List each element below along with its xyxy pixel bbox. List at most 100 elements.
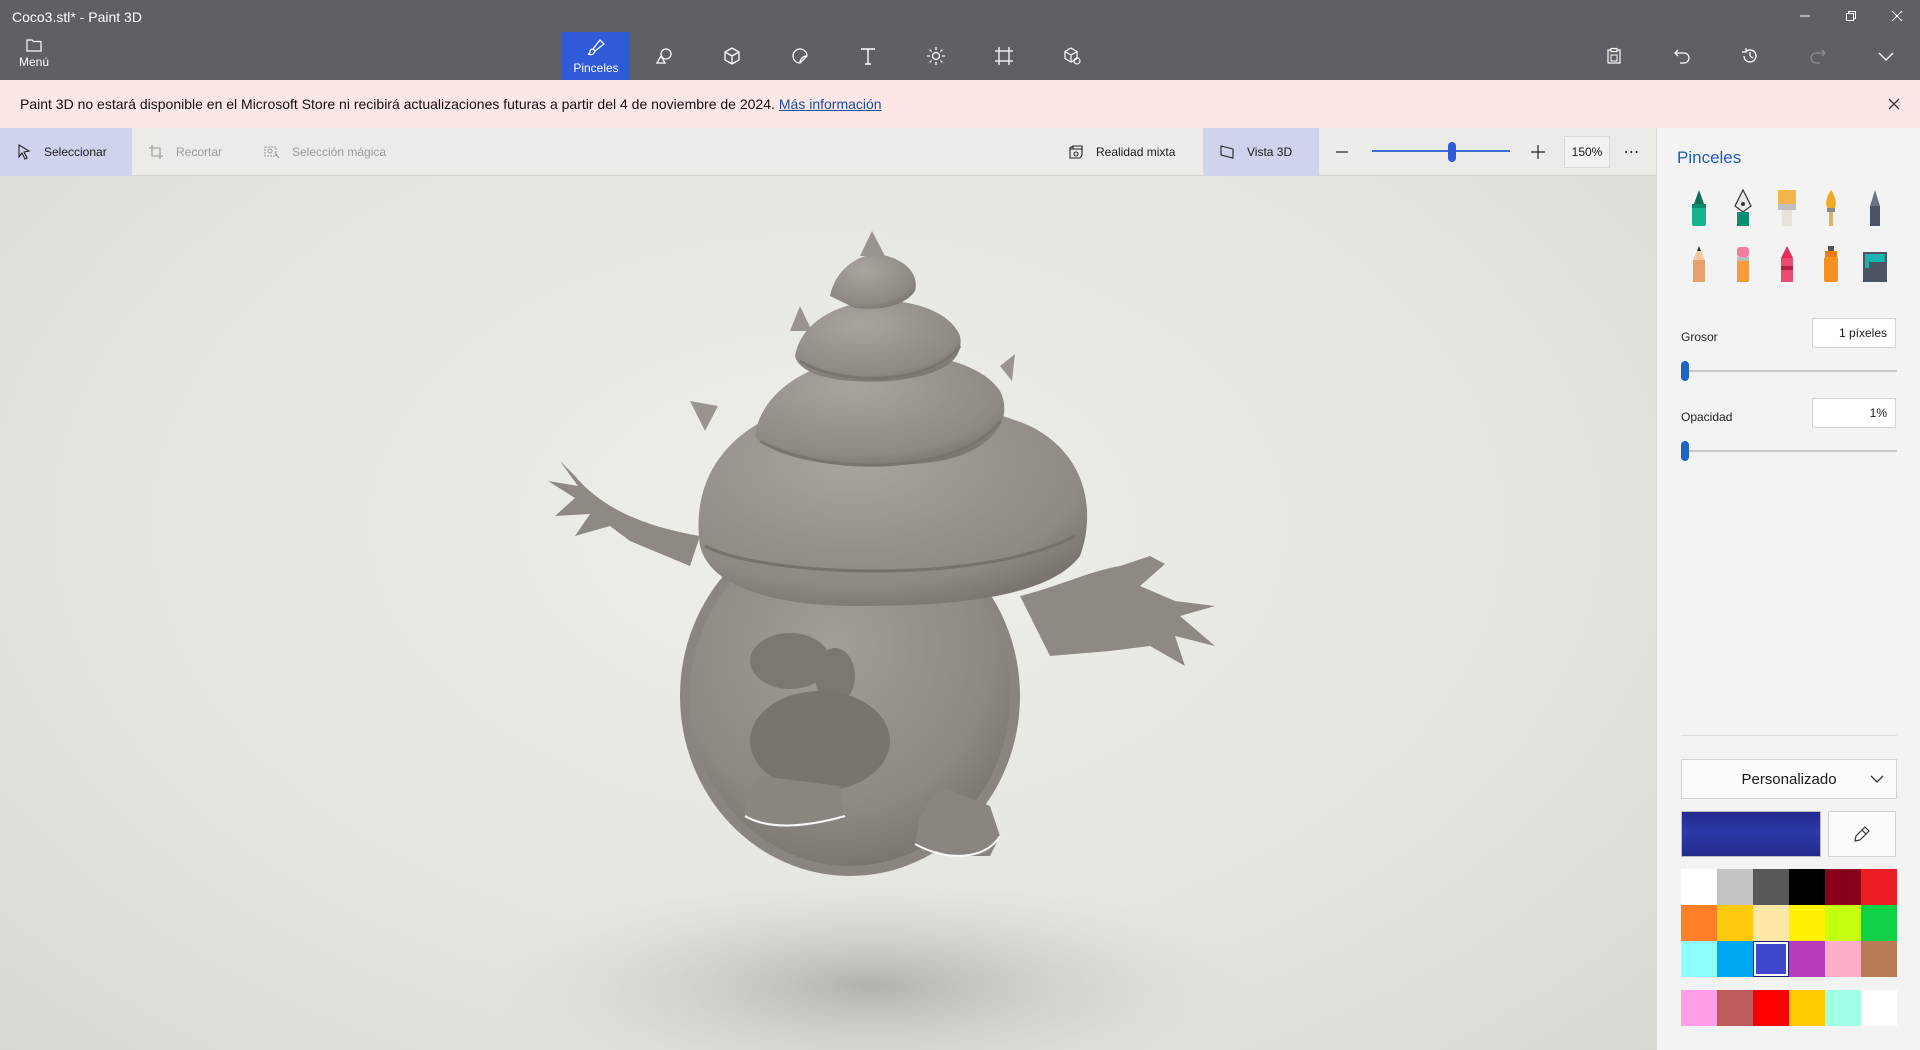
- notice-more-info-link[interactable]: Más información: [779, 96, 882, 112]
- title-toolbar: Coco3.stl* - Paint 3D Menú Pinceles: [0, 0, 1920, 80]
- 3d-model-render[interactable]: [0, 176, 1656, 1050]
- color-swatch[interactable]: [1717, 905, 1753, 941]
- color-swatch[interactable]: [1861, 941, 1897, 977]
- color-swatch[interactable]: [1717, 869, 1753, 905]
- custom-color-swatch[interactable]: [1753, 990, 1789, 1026]
- history-button[interactable]: [1716, 32, 1784, 80]
- window-controls: [1782, 0, 1920, 32]
- opacity-input[interactable]: 1%: [1812, 398, 1896, 428]
- tool-3d-shapes[interactable]: [698, 32, 766, 80]
- expand-button[interactable]: [1852, 32, 1920, 80]
- color-mode-dropdown[interactable]: Personalizado: [1681, 759, 1897, 799]
- brush-oil[interactable]: [1765, 186, 1809, 230]
- custom-color-swatch[interactable]: [1717, 990, 1753, 1026]
- undo-button[interactable]: [1648, 32, 1716, 80]
- thickness-label: Grosor: [1681, 330, 1718, 344]
- redo-button[interactable]: [1784, 32, 1852, 80]
- tool-brushes[interactable]: Pinceles: [562, 32, 630, 80]
- color-swatch[interactable]: [1681, 905, 1717, 941]
- paste-button[interactable]: [1580, 32, 1648, 80]
- select-button[interactable]: Seleccionar: [0, 128, 132, 176]
- sticker-icon: [792, 48, 808, 64]
- thickness-slider-thumb[interactable]: [1681, 361, 1689, 381]
- brush-watercolor[interactable]: [1809, 186, 1853, 230]
- brush-pencil[interactable]: [1677, 242, 1721, 286]
- mixed-reality-button[interactable]: Realidad mixta: [1068, 128, 1175, 176]
- sun-icon: [927, 47, 945, 65]
- mixed-reality-label: Realidad mixta: [1096, 145, 1176, 159]
- color-swatch[interactable]: [1753, 905, 1789, 941]
- tool-effects[interactable]: [902, 32, 970, 80]
- color-swatch[interactable]: [1681, 941, 1717, 977]
- more-options-icon[interactable]: ⋯: [1618, 136, 1646, 168]
- color-mode-value: Personalizado: [1741, 770, 1837, 788]
- crayon-icon: [1781, 246, 1793, 282]
- tool-brushes-label: Pinceles: [573, 60, 619, 75]
- color-swatch[interactable]: [1717, 941, 1753, 977]
- brush-crayon[interactable]: [1765, 242, 1809, 286]
- color-swatch[interactable]: [1789, 905, 1825, 941]
- tool-3d-library[interactable]: [1038, 32, 1106, 80]
- magic-select-label: Selección mágica: [292, 145, 387, 159]
- custom-color-swatch[interactable]: [1681, 990, 1717, 1026]
- view-3d-icon: [1220, 145, 1234, 159]
- history-icon: [1742, 48, 1757, 63]
- color-swatch[interactable]: [1681, 869, 1717, 905]
- color-swatch[interactable]: [1861, 869, 1897, 905]
- menu-button[interactable]: Menú: [10, 36, 58, 76]
- pixel-pen-icon: [1870, 190, 1880, 226]
- notice-close-icon[interactable]: [1884, 94, 1904, 114]
- custom-color-swatch[interactable]: [1789, 990, 1825, 1026]
- color-swatch[interactable]: [1753, 869, 1789, 905]
- brush-fill[interactable]: [1853, 242, 1897, 286]
- restore-icon[interactable]: [1828, 0, 1874, 32]
- panel-title: Pinceles: [1677, 148, 1742, 167]
- canvas-3d-viewport[interactable]: [0, 176, 1656, 1050]
- zoom-out-button[interactable]: [1330, 140, 1354, 164]
- view-3d-button[interactable]: Vista 3D: [1203, 128, 1319, 176]
- minimize-icon[interactable]: [1782, 0, 1828, 32]
- view-3d-label: Vista 3D: [1247, 145, 1293, 159]
- canvas-toolbar: Seleccionar Recortar Selección mágica Re…: [0, 128, 1656, 176]
- zoom-slider-track[interactable]: [1372, 150, 1510, 152]
- color-swatch[interactable]: [1861, 905, 1897, 941]
- eyedropper-button[interactable]: [1828, 811, 1896, 857]
- magic-select-button[interactable]: Selección mágica: [264, 128, 386, 176]
- redo-icon: [1810, 49, 1826, 64]
- color-swatch[interactable]: [1789, 869, 1825, 905]
- opacity-slider[interactable]: [1681, 441, 1897, 461]
- current-color-swatch[interactable]: [1681, 811, 1821, 857]
- zoom-value[interactable]: 150%: [1564, 136, 1610, 168]
- brush-pixel-pen[interactable]: [1853, 186, 1897, 230]
- cursor-icon: [18, 144, 31, 160]
- custom-color-swatch[interactable]: [1861, 990, 1897, 1026]
- color-swatch[interactable]: [1789, 941, 1825, 977]
- thickness-slider[interactable]: [1681, 361, 1897, 381]
- brush-calligraphy[interactable]: [1721, 186, 1765, 230]
- menu-label: Menú: [18, 55, 50, 69]
- tool-canvas[interactable]: [970, 32, 1038, 80]
- color-swatch[interactable]: [1825, 905, 1861, 941]
- main-tools: Pinceles: [562, 32, 1106, 80]
- zoom-slider-thumb[interactable]: [1448, 142, 1457, 162]
- shapes-2d-icon: [655, 48, 672, 64]
- select-label: Seleccionar: [44, 145, 107, 159]
- zoom-in-button[interactable]: [1526, 140, 1550, 164]
- custom-color-swatch[interactable]: [1825, 990, 1861, 1026]
- folder-icon: [26, 39, 42, 52]
- tool-2d-shapes[interactable]: [630, 32, 698, 80]
- color-swatch[interactable]: [1825, 941, 1861, 977]
- opacity-slider-thumb[interactable]: [1681, 441, 1689, 461]
- crop-button[interactable]: Recortar: [148, 128, 222, 176]
- brush-eraser[interactable]: [1721, 242, 1765, 286]
- color-swatch[interactable]: [1753, 941, 1789, 977]
- thickness-input[interactable]: 1 píxeles: [1812, 318, 1896, 348]
- tool-stickers[interactable]: [766, 32, 834, 80]
- brush-marker[interactable]: [1677, 186, 1721, 230]
- pencil-icon: [1693, 246, 1705, 282]
- tool-text[interactable]: [834, 32, 902, 80]
- magic-select-icon: [264, 146, 280, 159]
- brush-spray-can[interactable]: [1809, 242, 1853, 286]
- close-icon[interactable]: [1874, 0, 1920, 32]
- color-swatch[interactable]: [1825, 869, 1861, 905]
